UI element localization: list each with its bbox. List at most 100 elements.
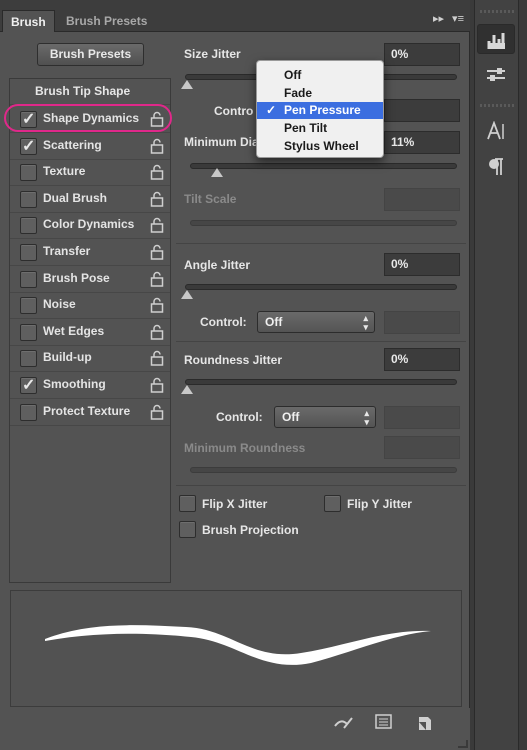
brush-projection-checkbox[interactable] [179, 521, 196, 538]
roundness-control-value: Off [282, 410, 300, 424]
option-checkbox[interactable] [20, 403, 37, 421]
dropdown-item-pen-tilt[interactable]: Pen Tilt [257, 120, 383, 137]
brush-grid-icon[interactable] [375, 714, 393, 732]
flip-y-label: Flip Y Jitter [347, 497, 412, 511]
dock-grip[interactable] [480, 10, 514, 13]
size-control-label: Contro [214, 104, 254, 118]
size-control-extra [384, 99, 460, 122]
flip-y-checkbox[interactable] [324, 495, 341, 512]
size-jitter-value[interactable]: 0% [384, 43, 460, 66]
option-label[interactable]: Color Dynamics [43, 217, 134, 231]
roundness-jitter-value[interactable]: 0% [384, 348, 460, 371]
angle-jitter-slider[interactable] [185, 284, 457, 290]
brush-tip-shape-item[interactable]: Brush Tip Shape [35, 84, 130, 98]
option-row[interactable]: Scattering [10, 133, 170, 159]
option-label[interactable]: Build-up [43, 350, 92, 364]
brush-presets-icon[interactable] [477, 60, 515, 90]
tab-brush[interactable]: Brush [2, 10, 55, 32]
flip-x-checkbox[interactable] [179, 495, 196, 512]
option-checkbox[interactable] [20, 270, 37, 288]
lock-icon[interactable] [150, 217, 164, 234]
roundness-jitter-thumb[interactable] [181, 385, 193, 394]
option-checkbox[interactable] [20, 350, 37, 368]
divider [176, 341, 466, 342]
option-row[interactable]: Texture [10, 159, 170, 185]
brush-panel-icon[interactable] [477, 24, 515, 54]
option-label[interactable]: Wet Edges [43, 324, 104, 338]
option-row[interactable]: Color Dynamics [10, 212, 170, 238]
option-row[interactable]: Noise [10, 292, 170, 318]
lock-icon[interactable] [150, 350, 164, 367]
lock-icon[interactable] [150, 138, 164, 154]
option-row[interactable]: Brush Pose [10, 266, 170, 292]
minimum-roundness-label: Minimum Roundness [184, 441, 306, 455]
tilt-scale-slider [190, 220, 457, 226]
option-checkbox[interactable] [20, 375, 37, 395]
lock-icon[interactable] [150, 191, 164, 207]
option-label[interactable]: Dual Brush [43, 191, 107, 205]
minimum-diameter-value[interactable]: 11% [384, 131, 460, 154]
size-jitter-label: Size Jitter [184, 47, 241, 61]
new-preset-icon[interactable] [417, 714, 435, 732]
option-label[interactable]: Transfer [43, 244, 90, 258]
option-checkbox[interactable] [20, 164, 37, 182]
paragraph-panel-icon[interactable] [477, 152, 515, 182]
roundness-jitter-slider[interactable] [185, 379, 457, 385]
tab-bar-icons: ▸▸ ▾≡ [433, 12, 464, 25]
resize-grip-icon[interactable] [458, 740, 468, 748]
option-checkbox[interactable] [20, 190, 37, 208]
minimum-diameter-thumb[interactable] [211, 168, 223, 177]
option-row[interactable]: Wet Edges [10, 319, 170, 345]
dropdown-item-fade[interactable]: Fade [257, 85, 383, 102]
character-panel-icon[interactable] [477, 116, 515, 146]
size-jitter-thumb[interactable] [181, 80, 193, 89]
minimum-diameter-slider[interactable] [190, 163, 457, 169]
lock-icon[interactable] [150, 244, 164, 260]
lock-icon[interactable] [150, 297, 164, 313]
dropdown-item-stylus-wheel[interactable]: Stylus Wheel [257, 138, 383, 155]
lock-icon[interactable] [150, 404, 164, 420]
dropdown-item-pen-pressure[interactable]: ✓ Pen Pressure [257, 102, 383, 119]
angle-jitter-value[interactable]: 0% [384, 253, 460, 276]
roundness-control-select[interactable]: Off ▴ ▾ [274, 406, 376, 428]
option-checkbox[interactable] [20, 297, 37, 315]
dropdown-item-off[interactable]: Off [257, 67, 383, 84]
option-label[interactable]: Scattering [43, 138, 102, 152]
panel-menu-icon[interactable]: ▾≡ [452, 12, 464, 25]
option-row[interactable]: Build-up [10, 345, 170, 371]
minimum-roundness-slider [190, 467, 457, 473]
option-checkbox[interactable] [20, 244, 37, 261]
option-label[interactable]: Texture [43, 164, 85, 178]
shape-dynamics-highlight [4, 104, 172, 132]
lock-icon[interactable] [150, 324, 164, 340]
dock-grip[interactable] [480, 104, 514, 107]
toggle-live-tip-icon[interactable] [333, 714, 353, 732]
option-checkbox[interactable] [20, 323, 37, 341]
tilt-scale-label: Tilt Scale [184, 192, 237, 206]
option-label[interactable]: Brush Pose [43, 271, 110, 285]
option-row[interactable]: Protect Texture [10, 399, 170, 425]
option-row[interactable]: Dual Brush [10, 186, 170, 212]
option-checkbox[interactable] [20, 136, 37, 156]
option-label[interactable]: Smoothing [43, 377, 106, 391]
option-label[interactable]: Protect Texture [43, 404, 130, 418]
angle-control-select[interactable]: Off ▴ ▾ [257, 311, 375, 333]
divider [10, 424, 170, 426]
tool-dock [474, 0, 519, 750]
lock-icon[interactable] [150, 271, 164, 287]
angle-jitter-label: Angle Jitter [184, 258, 251, 272]
lock-icon[interactable] [150, 377, 164, 393]
roundness-control-label: Control: [216, 410, 263, 424]
option-row[interactable]: Smoothing [10, 372, 170, 398]
option-row[interactable]: Transfer [10, 239, 170, 265]
collapse-icon[interactable]: ▸▸ [433, 12, 444, 25]
angle-control-extra [384, 311, 460, 334]
tilt-scale-value [384, 188, 460, 211]
option-checkbox[interactable] [20, 217, 37, 235]
bottom-bar [0, 708, 470, 750]
option-label[interactable]: Noise [43, 297, 76, 311]
brush-presets-button[interactable]: Brush Presets [37, 43, 144, 66]
tab-brush-presets[interactable]: Brush Presets [58, 10, 155, 32]
angle-jitter-thumb[interactable] [181, 290, 193, 299]
lock-icon[interactable] [150, 164, 164, 180]
